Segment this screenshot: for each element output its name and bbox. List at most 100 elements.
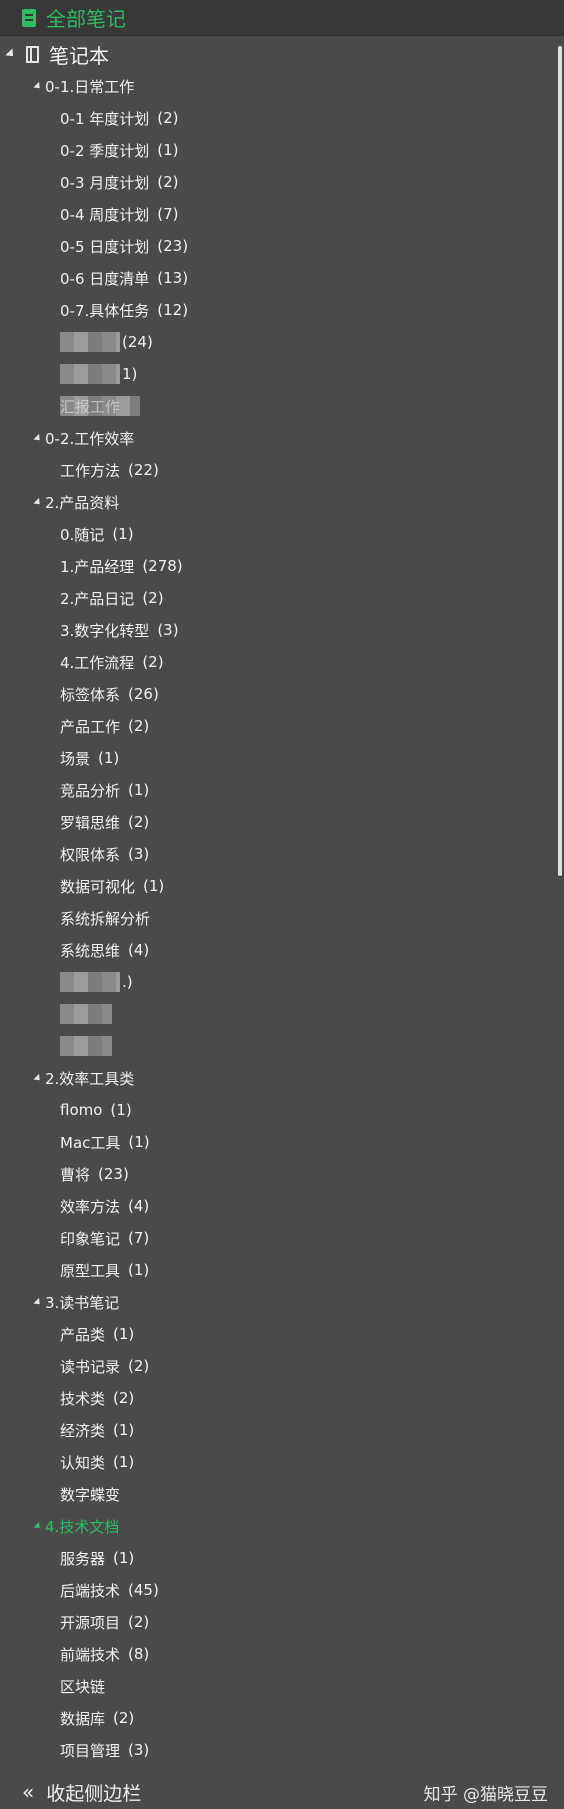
notebook-item-count: .) <box>122 973 133 991</box>
notebook-item-count: (278) <box>142 557 183 575</box>
notebook-item-name: 开源项目 <box>60 1613 121 1632</box>
watermark: 知乎 @猫晓豆豆 <box>423 1784 548 1805</box>
collapse-sidebar-button[interactable]: 收起侧边栏 <box>46 1779 141 1806</box>
notebook-item-name: 印象笔记 <box>60 1229 121 1248</box>
notebook-item[interactable]: 汇报工作 <box>0 390 556 422</box>
notebook-group[interactable]: 0-2.工作效率 <box>0 422 556 454</box>
notebook-item-count: (1) <box>113 1325 135 1343</box>
notebook-item-count: (12) <box>157 301 189 319</box>
notebook-root-label: 笔记本 <box>49 43 109 68</box>
notebook-item[interactable]: 工作方法 (22) <box>0 454 556 486</box>
expand-triangle-icon[interactable] <box>33 81 43 91</box>
notebook-item[interactable]: 数据库 (2) <box>0 1702 556 1734</box>
notebook-item[interactable]: 3.数字化转型 (3) <box>0 614 556 646</box>
notebook-item[interactable]: 场景 (1) <box>0 742 556 774</box>
notebook-item[interactable] <box>0 1030 556 1062</box>
notebook-group-label: 0-1.日常工作 <box>45 77 135 96</box>
notebook-item[interactable]: 4.工作流程 (2) <box>0 646 556 678</box>
notebook-item[interactable]: 项目管理 (3) <box>0 1734 556 1766</box>
notebook-root[interactable]: 笔记本 <box>0 38 564 70</box>
notebook-group[interactable]: 2.效率工具类 <box>0 1062 556 1094</box>
notebook-item-name: 0-2 季度计划 <box>60 141 150 160</box>
notebook-icon <box>26 45 39 63</box>
notebook-item-name: 系统思维 <box>60 941 121 960</box>
notebook-item[interactable]: 原型工具 (1) <box>0 1254 556 1286</box>
notebook-item[interactable]: 系统拆解分析 <box>0 902 556 934</box>
notebook-item[interactable]: 服务器 (1) <box>0 1542 556 1574</box>
notebook-item-count: (2) <box>113 1389 135 1407</box>
notebook-item[interactable]: 产品类 (1) <box>0 1318 556 1350</box>
notebook-item-count: (26) <box>128 685 159 703</box>
notebook-item[interactable]: 1.产品经理 (278) <box>0 550 556 582</box>
notebook-item[interactable]: 0-6 日度清单 (13) <box>0 262 556 294</box>
notebook-item-count: (4) <box>128 941 150 959</box>
notebook-item[interactable]: (24) <box>0 326 556 358</box>
notebook-item[interactable]: 数据可视化 (1) <box>0 870 556 902</box>
notebook-item[interactable]: 标签体系 (26) <box>0 678 556 710</box>
notebook-item[interactable]: 0.随记 (1) <box>0 518 556 550</box>
notebook-item[interactable]: 竞品分析 (1) <box>0 774 556 806</box>
redacted-block <box>60 1036 112 1056</box>
notebook-item[interactable]: 印象笔记 (7) <box>0 1222 556 1254</box>
notebook-group-label: 4.技术文档 <box>45 1517 120 1536</box>
notebook-item[interactable]: 效率方法 (4) <box>0 1190 556 1222</box>
notebook-item-name: 区块链 <box>60 1677 106 1696</box>
notebook-item[interactable]: 技术类 (2) <box>0 1382 556 1414</box>
notebook-item[interactable]: Mac工具 (1) <box>0 1126 556 1158</box>
notebook-item-count: (1) <box>128 781 150 799</box>
notebook-item[interactable]: 0-2 季度计划 (1) <box>0 134 556 166</box>
notebook-item[interactable]: flomo (1) <box>0 1094 556 1126</box>
notebook-item[interactable]: 0-5 日度计划 (23) <box>0 230 556 262</box>
expand-triangle-icon[interactable] <box>33 1297 43 1307</box>
expand-triangle-icon[interactable] <box>5 48 17 60</box>
notebook-item-name: 1.产品经理 <box>60 557 135 576</box>
notebook-item-count: (1) <box>157 141 179 159</box>
notebook-item-name: 2.产品日记 <box>60 589 135 608</box>
notebook-item-name: 竞品分析 <box>60 781 121 800</box>
notebook-item[interactable]: 2.产品日记 (2) <box>0 582 556 614</box>
notebook-item[interactable]: 数字蝶变 <box>0 1478 556 1510</box>
notebook-item[interactable]: 经济类 (1) <box>0 1414 556 1446</box>
scrollbar-thumb[interactable] <box>558 46 562 876</box>
notebook-item[interactable]: 前端技术 (8) <box>0 1638 556 1670</box>
notebook-group-label: 2.产品资料 <box>45 493 120 512</box>
notebook-group[interactable]: 3.读书笔记 <box>0 1286 556 1318</box>
notebook-item-name: 汇报工作 <box>60 397 121 416</box>
expand-triangle-icon[interactable] <box>33 1521 43 1531</box>
notebook-item-count: (3) <box>128 845 150 863</box>
collapse-icon[interactable]: « <box>22 1780 34 1804</box>
notebook-item[interactable]: 0-3 月度计划 (2) <box>0 166 556 198</box>
notebook-item[interactable] <box>0 998 556 1030</box>
notebook-item[interactable]: .) <box>0 966 556 998</box>
notebook-item-name: 项目管理 <box>60 1741 121 1760</box>
notebook-item[interactable]: 开源项目 (2) <box>0 1606 556 1638</box>
scrollbar[interactable] <box>556 36 564 1776</box>
notebook-item-name: 0-7.具体任务 <box>60 301 150 320</box>
notebook-item[interactable]: 认知类 (1) <box>0 1446 556 1478</box>
notebook-item[interactable]: 区块链 <box>0 1670 556 1702</box>
notebook-item[interactable]: 罗辑思维 (2) <box>0 806 556 838</box>
notebook-item[interactable]: 系统思维 (4) <box>0 934 556 966</box>
notebook-item[interactable]: 0-7.具体任务 (12) <box>0 294 556 326</box>
notebook-item-count: (2) <box>142 589 164 607</box>
all-notes-title[interactable]: 全部笔记 <box>46 3 126 32</box>
notebook-item[interactable]: 产品工作 (2) <box>0 710 556 742</box>
notebook-group-label: 3.读书笔记 <box>45 1293 120 1312</box>
notebook-item[interactable]: 读书记录 (2) <box>0 1350 556 1382</box>
expand-triangle-icon[interactable] <box>33 497 43 507</box>
notebook-item[interactable]: 1) <box>0 358 556 390</box>
expand-triangle-icon[interactable] <box>33 1073 43 1083</box>
notebook-item[interactable]: 权限体系 (3) <box>0 838 556 870</box>
notebook-group[interactable]: 0-1.日常工作 <box>0 70 556 102</box>
notebook-item[interactable]: 后端技术 (45) <box>0 1574 556 1606</box>
notebook-group[interactable]: 4.技术文档 <box>0 1510 556 1542</box>
notebook-item[interactable]: 0-1 年度计划 (2) <box>0 102 556 134</box>
notebook-item[interactable]: 0-4 周度计划 (7) <box>0 198 556 230</box>
notebook-group[interactable]: 2.产品资料 <box>0 486 556 518</box>
expand-triangle-icon[interactable] <box>33 433 43 443</box>
notebook-item-name: 原型工具 <box>60 1261 121 1280</box>
all-notes-header[interactable]: 全部笔记 <box>0 0 564 36</box>
notebook-item-count: (7) <box>157 205 179 223</box>
notebook-item[interactable]: 曹将 (23) <box>0 1158 556 1190</box>
notebook-item-name: 0-5 日度计划 <box>60 237 150 256</box>
